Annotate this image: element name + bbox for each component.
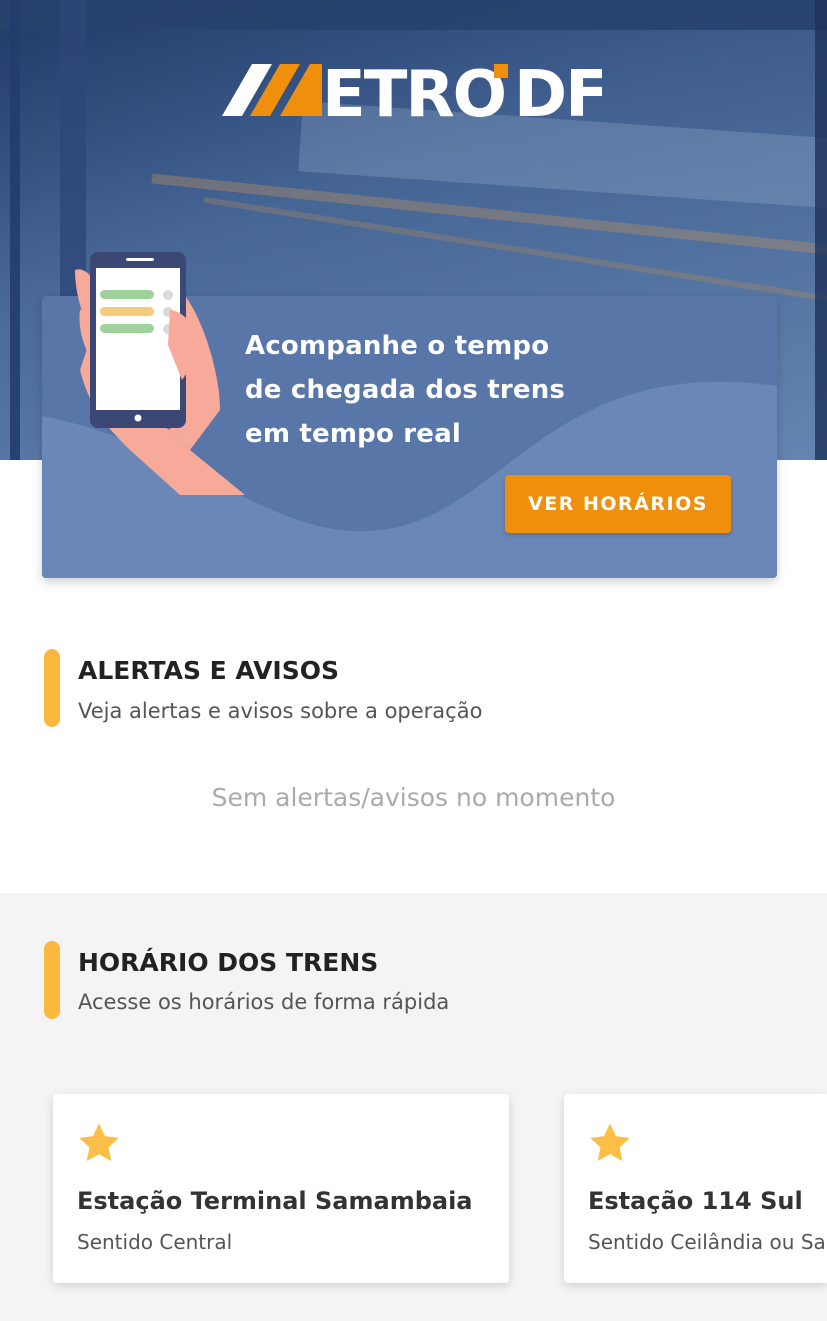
station-card[interactable]: Estação Terminal Samambaia Sentido Centr…	[53, 1094, 509, 1283]
star-icon[interactable]	[586, 1120, 634, 1166]
promo-line-3: em tempo real	[245, 419, 461, 449]
schedules-section-accent	[44, 941, 60, 1019]
svg-text:DF: DF	[514, 60, 602, 122]
alerts-title: ALERTAS E AVISOS	[78, 656, 339, 685]
promo-headline: Acompanhe o tempo de chegada dos trens e…	[245, 324, 605, 456]
station-name: Estação 114 Sul	[588, 1187, 803, 1215]
schedules-subtitle: Acesse os horários de forma rápida	[78, 990, 450, 1014]
promo-line-2: de chegada dos trens	[245, 375, 566, 405]
see-schedules-button[interactable]: VER HORÁRIOS	[505, 475, 731, 533]
alerts-subtitle: Veja alertas e avisos sobre a operação	[78, 699, 483, 723]
alerts-empty-message: Sem alertas/avisos no momento	[211, 783, 616, 812]
phone-hand-icon	[75, 252, 245, 495]
alerts-section-accent	[44, 649, 60, 727]
station-direction: Sentido Central	[77, 1230, 233, 1254]
station-name: Estação Terminal Samambaia	[77, 1187, 473, 1215]
promo-line-1: Acompanhe o tempo	[245, 331, 550, 361]
star-icon[interactable]	[75, 1120, 123, 1166]
station-direction: Sentido Ceilândia ou Samambaia	[588, 1230, 827, 1254]
schedules-title: HORÁRIO DOS TRENS	[78, 948, 379, 977]
station-card[interactable]: Estação 114 Sul Sentido Ceilândia ou Sam…	[564, 1094, 827, 1283]
svg-text:ETRO: ETRO	[322, 60, 505, 122]
metro-df-logo: ETRO DF	[222, 60, 602, 122]
